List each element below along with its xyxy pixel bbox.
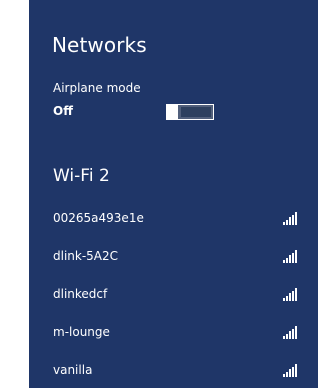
signal-bar bbox=[283, 222, 285, 225]
wifi-section-title: Wi-Fi 2 bbox=[53, 166, 110, 186]
signal-bar bbox=[295, 364, 297, 377]
signal-bar bbox=[292, 252, 294, 263]
signal-bar bbox=[292, 366, 294, 377]
network-item[interactable]: m-lounge bbox=[29, 314, 318, 352]
toggle-track bbox=[181, 107, 211, 117]
wifi-signal-icon bbox=[283, 212, 301, 225]
signal-bar bbox=[286, 371, 288, 377]
toggle-thumb[interactable] bbox=[167, 104, 178, 120]
network-item[interactable]: dlink-5A2C bbox=[29, 238, 318, 276]
network-item[interactable]: dlinkedcf bbox=[29, 276, 318, 314]
signal-bar bbox=[283, 298, 285, 301]
signal-bar bbox=[292, 290, 294, 301]
signal-bar bbox=[283, 374, 285, 377]
panel-title: Networks bbox=[52, 33, 147, 57]
signal-bar bbox=[289, 369, 291, 377]
network-item[interactable]: 00265a493e1e bbox=[29, 200, 318, 238]
signal-bar bbox=[289, 331, 291, 339]
signal-bar bbox=[286, 295, 288, 301]
airplane-mode-label: Airplane mode bbox=[53, 81, 141, 95]
wifi-signal-icon bbox=[283, 326, 301, 339]
signal-bar bbox=[286, 333, 288, 339]
network-name: m-lounge bbox=[53, 325, 110, 339]
network-name: 00265a493e1e bbox=[53, 211, 144, 225]
wifi-signal-icon bbox=[283, 364, 301, 377]
network-item[interactable]: vanilla bbox=[29, 352, 318, 390]
network-name: dlinkedcf bbox=[53, 287, 108, 301]
signal-bar bbox=[286, 219, 288, 225]
airplane-mode-toggle[interactable] bbox=[166, 104, 214, 120]
signal-bar bbox=[292, 328, 294, 339]
signal-bar bbox=[295, 212, 297, 225]
wifi-signal-icon bbox=[283, 288, 301, 301]
signal-bar bbox=[289, 217, 291, 225]
signal-bar bbox=[283, 336, 285, 339]
network-name: vanilla bbox=[53, 363, 93, 377]
signal-bar bbox=[295, 326, 297, 339]
wifi-signal-icon bbox=[283, 250, 301, 263]
signal-bar bbox=[292, 214, 294, 225]
networks-panel: Networks Airplane mode Off Wi-Fi 2 00265… bbox=[29, 0, 318, 388]
network-list: 00265a493e1e dlink-5A2C dlinkedcf m-loun… bbox=[29, 200, 318, 390]
signal-bar bbox=[283, 260, 285, 263]
airplane-mode-state: Off bbox=[53, 104, 73, 118]
signal-bar bbox=[289, 293, 291, 301]
signal-bar bbox=[295, 250, 297, 263]
signal-bar bbox=[289, 255, 291, 263]
network-name: dlink-5A2C bbox=[53, 249, 119, 263]
signal-bar bbox=[295, 288, 297, 301]
signal-bar bbox=[286, 257, 288, 263]
